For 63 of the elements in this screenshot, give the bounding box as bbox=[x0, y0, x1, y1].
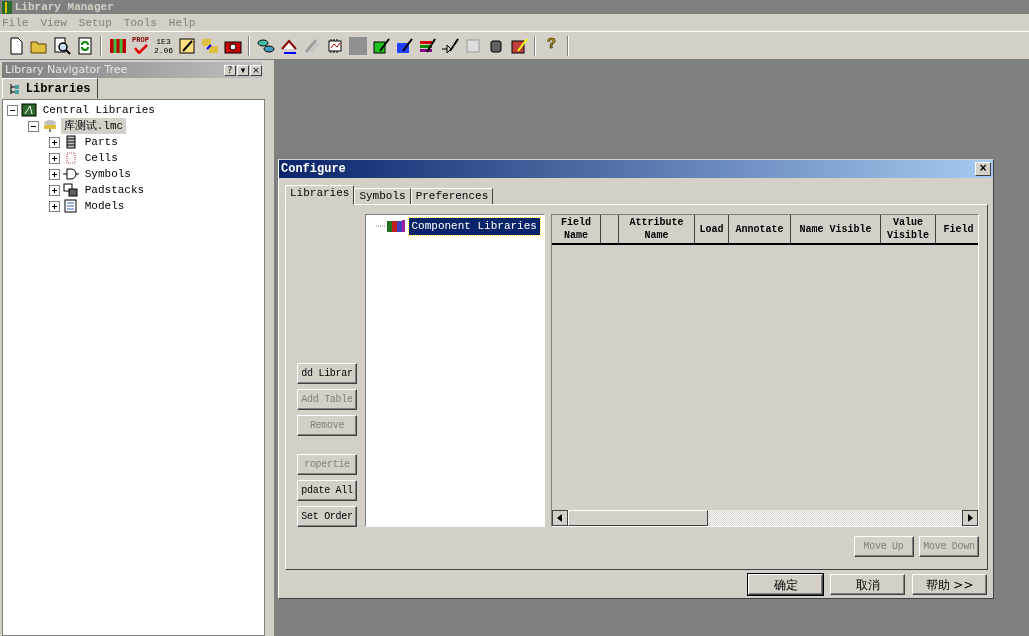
cancel-button[interactable]: 取消 bbox=[830, 574, 905, 595]
column-header[interactable]: Name Visible bbox=[791, 215, 881, 243]
help-button[interactable]: 帮助 >> bbox=[912, 574, 987, 595]
database-icon bbox=[42, 119, 58, 133]
grid-icon[interactable] bbox=[108, 36, 127, 55]
cell-icon bbox=[63, 151, 79, 165]
squares-icon bbox=[63, 183, 79, 197]
expand-icon[interactable] bbox=[49, 168, 60, 180]
number-button[interactable]: 1E3 2.06 bbox=[152, 34, 175, 57]
expand-icon[interactable] bbox=[49, 184, 60, 196]
gate-icon bbox=[63, 167, 79, 181]
collapse-icon[interactable] bbox=[28, 120, 39, 132]
update-all-button[interactable]: pdate All bbox=[297, 480, 357, 501]
tree-item[interactable]: Padstacks bbox=[82, 181, 147, 199]
navigator-tab[interactable]: Libraries bbox=[2, 78, 98, 99]
chip-icon[interactable] bbox=[325, 36, 344, 55]
dialog-title: Configure bbox=[281, 161, 347, 178]
close-button[interactable]: × bbox=[975, 162, 991, 176]
layers-pencil-icon[interactable] bbox=[417, 36, 436, 55]
tree-item[interactable]: Symbols bbox=[82, 165, 134, 183]
tree-item[interactable]: Models bbox=[82, 197, 128, 215]
refresh-icon[interactable] bbox=[75, 36, 94, 55]
dialog-tab[interactable]: Libraries bbox=[285, 185, 355, 205]
checkmark-icon bbox=[133, 44, 148, 54]
dropdown-button[interactable]: ▾ bbox=[237, 64, 249, 76]
expand-icon[interactable] bbox=[49, 200, 60, 212]
window-title: Library Manager bbox=[14, 0, 114, 14]
expand-icon[interactable] bbox=[49, 152, 60, 164]
scroll-thumb[interactable] bbox=[568, 510, 708, 526]
column-header[interactable]: Annotate bbox=[729, 215, 791, 243]
books-icon bbox=[376, 219, 406, 234]
chip-icon bbox=[63, 135, 79, 149]
add-library-button[interactable]: dd Librar bbox=[297, 363, 357, 384]
books-icon bbox=[2, 0, 12, 14]
close-button[interactable]: × bbox=[250, 64, 262, 76]
library-icon bbox=[21, 103, 37, 117]
blank-tile-icon[interactable] bbox=[348, 36, 367, 55]
tree-item[interactable]: Cells bbox=[82, 149, 121, 167]
database-exchange-icon[interactable] bbox=[256, 36, 275, 55]
symbol-pencil-icon[interactable] bbox=[440, 36, 459, 55]
panel-title: Library Navigator Tree bbox=[5, 62, 129, 78]
document-icon bbox=[63, 199, 79, 213]
tree-item[interactable]: 库测试.lmc bbox=[61, 117, 126, 135]
column-header[interactable]: Field bbox=[936, 215, 978, 243]
board-pencil-icon[interactable] bbox=[509, 36, 528, 55]
cube-pencil-icon[interactable] bbox=[371, 36, 390, 55]
ok-button[interactable]: 确定 bbox=[748, 574, 823, 595]
column-header[interactable]: Load bbox=[695, 215, 729, 243]
expand-icon[interactable] bbox=[49, 136, 60, 148]
set-order-button[interactable]: Set Order bbox=[297, 506, 357, 527]
column-header[interactable]: Field Name bbox=[552, 215, 601, 243]
horizontal-scrollbar[interactable] bbox=[552, 510, 978, 526]
collapse-icon[interactable] bbox=[7, 104, 18, 116]
folders-icon[interactable] bbox=[200, 36, 219, 55]
tree-item[interactable]: Component Libraries bbox=[408, 218, 540, 235]
tree-item[interactable]: Central Libraries bbox=[40, 101, 158, 119]
tree-item[interactable]: Parts bbox=[82, 133, 121, 151]
search-icon[interactable] bbox=[52, 36, 71, 55]
pencil-icon[interactable] bbox=[177, 36, 196, 55]
column-header[interactable]: Attribute Name bbox=[619, 215, 695, 243]
column-header[interactable]: Value Visible bbox=[881, 215, 936, 243]
chip-pencil-icon[interactable] bbox=[394, 36, 413, 55]
help-button[interactable]: ? bbox=[224, 64, 236, 76]
